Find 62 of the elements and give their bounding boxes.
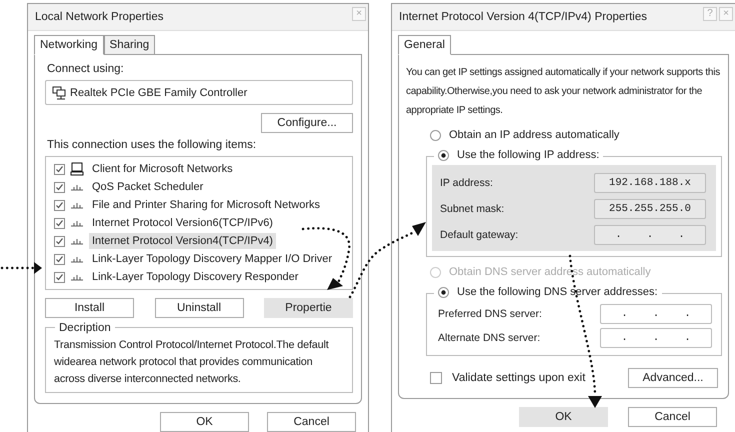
checkbox[interactable] — [54, 164, 65, 174]
intro-text: You can get IP settings assigned automatically if your network supports this capability.Otherwise,you need to ask your network administrator for the appropriate IP settings. — [406, 66, 721, 118]
list-item[interactable]: QoS Packet Scheduler — [89, 179, 206, 195]
dialog-button[interactable]: Cancel — [628, 407, 717, 427]
radio-label: Obtain an IP address automatically — [449, 129, 620, 141]
field-label: IP address: — [439, 177, 493, 189]
ip-input-field[interactable]: . . . — [594, 225, 706, 245]
configure-button[interactable]: Configure... — [261, 113, 353, 133]
action-button[interactable]: Install — [45, 298, 134, 318]
network-service-icon — [70, 182, 84, 192]
list-item[interactable]: Client for Microsoft Networks — [89, 161, 236, 177]
radio-label: Obtain DNS server address automatically — [449, 266, 651, 278]
checkbox[interactable] — [430, 372, 442, 384]
dialog-button[interactable]: OK — [160, 412, 249, 432]
network-service-icon — [70, 272, 84, 282]
ip-input-field[interactable]: . . . — [600, 328, 712, 348]
tab[interactable]: Sharing — [104, 35, 156, 55]
network-service-icon — [70, 218, 84, 228]
checkbox[interactable] — [54, 254, 65, 264]
ip-input-field[interactable]: 192.168.188.x — [594, 173, 706, 193]
list-item[interactable]: Internet Protocol Version6(TCP/IPv6) — [89, 215, 276, 231]
group-legend: Decription — [55, 322, 115, 334]
checkbox[interactable] — [54, 200, 65, 210]
tab[interactable]: Networking — [34, 35, 104, 55]
ip-input-field[interactable]: 255.255.255.0 — [594, 199, 706, 219]
action-button[interactable]: Propertie — [264, 298, 353, 318]
section-label: Connect using: — [47, 63, 125, 75]
field-label: Alternate DNS server: — [437, 332, 540, 344]
dialog-button[interactable]: Cancel — [267, 412, 356, 432]
network-service-icon — [70, 200, 84, 210]
window-title: Internet Protocol Version 4(TCP/IPv4) Properties — [399, 11, 647, 23]
field-label: Preferred DNS server: — [437, 308, 542, 320]
dialog-button[interactable]: OK — [519, 407, 608, 427]
computer-icon — [70, 162, 84, 176]
list-item[interactable]: File and Printer Sharing for Microsoft Networks — [89, 197, 324, 213]
ip-input-field[interactable]: . . . — [600, 304, 712, 324]
list-item[interactable]: Link-Layer Topology Discovery Mapper I/O Driver — [89, 251, 336, 267]
checkbox-label: Validate settings upon exit — [452, 372, 586, 384]
list-item[interactable]: Internet Protocol Version4(TCP/IPv4) — [89, 233, 276, 249]
advanced-button[interactable]: Advanced... — [628, 368, 718, 388]
checkbox[interactable] — [54, 236, 65, 246]
window-title: Local Network Properties — [35, 11, 164, 23]
tab[interactable]: General — [398, 35, 451, 55]
field-label: Subnet mask: — [439, 203, 504, 215]
network-service-icon — [70, 254, 84, 264]
checkbox[interactable] — [54, 182, 65, 192]
radio-button[interactable] — [438, 150, 449, 160]
action-button[interactable]: Uninstall — [154, 298, 244, 318]
checkbox[interactable] — [54, 218, 65, 228]
network-service-icon — [70, 236, 84, 246]
radio-button[interactable] — [430, 130, 441, 140]
adapter-name: Realtek PCIe GBE Family Controller — [70, 86, 248, 98]
radio-label: Use the following DNS server addresses: — [457, 286, 658, 298]
radio-label: Use the following IP address: — [457, 149, 600, 161]
dotted-arrow — [0, 262, 42, 274]
list-item[interactable]: Link-Layer Topology Discovery Responder — [89, 269, 302, 285]
radio-button[interactable] — [438, 286, 449, 298]
field-label: Default gateway: — [439, 229, 518, 241]
description-text: Transmission Control Protocol/Internet Protocol.The default widearea network protocol that provides communication across diverse interconnected networks. — [54, 338, 330, 387]
section-label: This connection uses the following items: — [47, 139, 258, 151]
checkbox[interactable] — [54, 272, 65, 282]
network-adapter-icon — [52, 86, 66, 100]
